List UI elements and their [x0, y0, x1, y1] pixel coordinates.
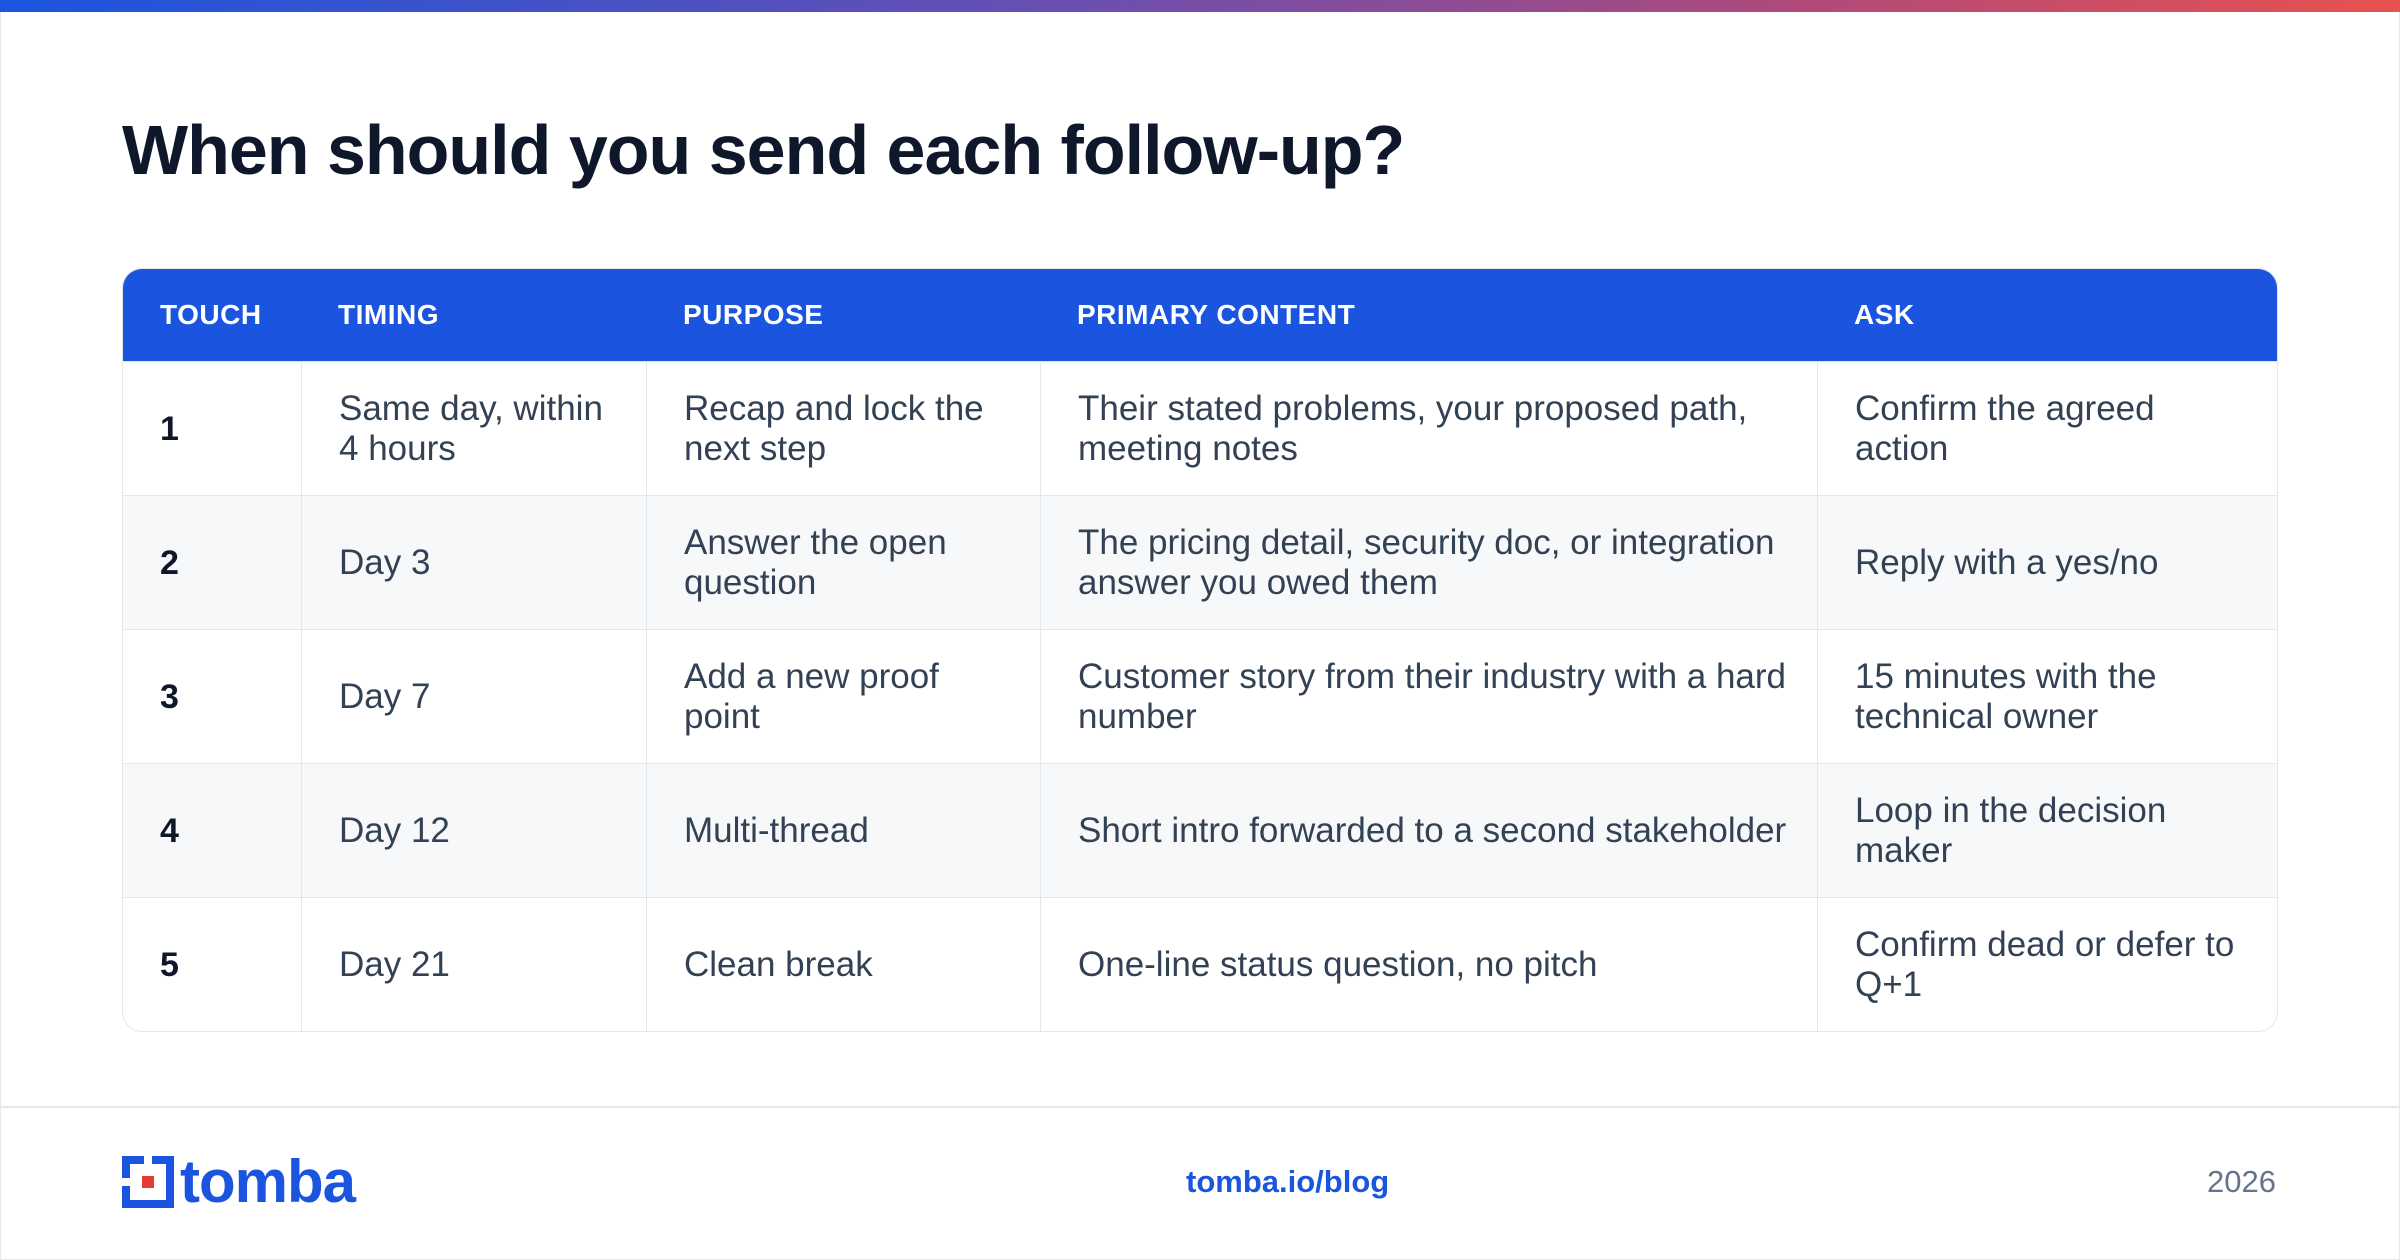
header-purpose: PURPOSE — [683, 299, 824, 330]
header-touch: TOUCH — [160, 299, 262, 330]
cell-content: One-line status question, no pitch — [1040, 898, 1817, 1031]
cell-content: Their stated problems, your proposed pat… — [1040, 362, 1817, 495]
header-ask: ASK — [1854, 299, 1915, 330]
cell-ask: Confirm dead or defer to Q+1 — [1817, 898, 2277, 1031]
cell-touch: 1 — [160, 409, 179, 448]
tomba-logo[interactable]: tomba — [122, 1148, 356, 1215]
table-row: 2 Day 3 Answer the open question The pri… — [123, 495, 2277, 629]
blog-link[interactable]: tomba.io/blog — [1186, 1164, 1389, 1200]
cell-timing: Day 12 — [301, 764, 646, 897]
cell-ask: 15 minutes with the technical owner — [1817, 630, 2277, 763]
cell-ask: Confirm the agreed action — [1817, 362, 2277, 495]
cell-purpose: Multi-thread — [646, 764, 1040, 897]
gradient-top-bar — [0, 0, 2400, 12]
header-timing: TIMING — [338, 299, 439, 330]
cell-timing: Same day, within 4 hours — [301, 362, 646, 495]
table-header-row: TOUCH TIMING PURPOSE PRIMARY CONTENT ASK — [123, 269, 2277, 361]
cell-ask: Loop in the decision maker — [1817, 764, 2277, 897]
cell-timing: Day 7 — [301, 630, 646, 763]
table-row: 4 Day 12 Multi-thread Short intro forwar… — [123, 763, 2277, 897]
logo-wordmark: tomba — [180, 1148, 356, 1215]
footer-divider — [0, 1106, 2400, 1108]
table-row: 5 Day 21 Clean break One-line status que… — [123, 897, 2277, 1031]
cell-purpose: Recap and lock the next step — [646, 362, 1040, 495]
cell-touch: 5 — [160, 945, 179, 984]
footer-year: 2026 — [2207, 1164, 2276, 1199]
cell-ask: Reply with a yes/no — [1817, 496, 2277, 629]
cell-purpose: Clean break — [646, 898, 1040, 1031]
page-title: When should you send each follow-up? — [122, 111, 1405, 189]
table-row: 3 Day 7 Add a new proof point Customer s… — [123, 629, 2277, 763]
header-primary-content: PRIMARY CONTENT — [1077, 299, 1356, 330]
cell-purpose: Add a new proof point — [646, 630, 1040, 763]
cell-timing: Day 21 — [301, 898, 646, 1031]
cell-content: Short intro forwarded to a second stakeh… — [1040, 764, 1817, 897]
cell-content: Customer story from their industry with … — [1040, 630, 1817, 763]
cell-content: The pricing detail, security doc, or int… — [1040, 496, 1817, 629]
tomba-logo-icon — [122, 1156, 174, 1208]
cell-touch: 2 — [160, 543, 179, 582]
cell-purpose: Answer the open question — [646, 496, 1040, 629]
cell-touch: 3 — [160, 677, 179, 716]
cell-touch: 4 — [160, 811, 179, 850]
cell-timing: Day 3 — [301, 496, 646, 629]
follow-up-table: TOUCH TIMING PURPOSE PRIMARY CONTENT ASK… — [122, 268, 2278, 1032]
table-row: 1 Same day, within 4 hours Recap and loc… — [123, 361, 2277, 495]
